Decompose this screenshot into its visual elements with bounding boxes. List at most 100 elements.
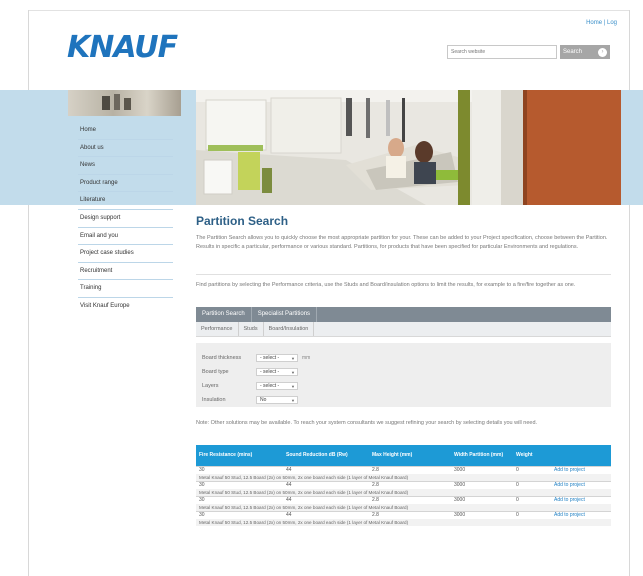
- table-row: 30 44 2.8 3000 0 Add to project: [196, 496, 611, 504]
- select-value: - select -: [260, 368, 280, 375]
- table-cell: 3000: [451, 496, 513, 504]
- column-header-sound-reduction[interactable]: Sound Reduction dB (Rw): [283, 445, 369, 467]
- search-button-label: Search: [563, 49, 583, 55]
- table-cell: 30: [196, 466, 283, 474]
- table-cell: 0: [513, 481, 551, 489]
- tab-partition-search[interactable]: Partition Search: [196, 307, 252, 322]
- column-header-fire-resistance[interactable]: Fire Resistance (mins): [196, 445, 283, 467]
- filter-label: Board type: [202, 368, 229, 375]
- filter-row: Board thickness - select - ▼ mm: [202, 351, 605, 364]
- filter-label: Layers: [202, 382, 219, 389]
- sidebar-item-news[interactable]: News: [78, 157, 173, 175]
- tab-performance[interactable]: Performance: [196, 322, 239, 336]
- add-to-project-link[interactable]: Add to project: [554, 482, 585, 488]
- table-row-description: Metal Knauf 50 Stud, 12.5 Board (2x) on …: [196, 489, 611, 497]
- sidebar-nav: Home About us News Product range Literat…: [78, 122, 173, 316]
- row-description: Metal Knauf 50 Stud, 12.5 Board (2x) on …: [196, 489, 611, 497]
- row-description: Metal Knauf 50 Stud, 12.5 Board (2x) on …: [196, 504, 611, 512]
- chevron-down-icon: ▼: [291, 397, 295, 403]
- table-cell: 44: [283, 496, 369, 504]
- table-cell: 2.8: [369, 466, 451, 474]
- add-to-project-link[interactable]: Add to project: [554, 512, 585, 518]
- search-input[interactable]: [447, 45, 557, 59]
- chevron-down-icon: ▼: [291, 383, 295, 389]
- sidebar-item-literature[interactable]: Literature: [78, 192, 173, 210]
- sidebar-item-design-support[interactable]: Design support: [78, 210, 173, 228]
- sidebar-item-project-case-studies[interactable]: Project case studies: [78, 245, 173, 263]
- filter-row: Layers - select - ▼: [202, 379, 605, 392]
- primary-tabs: Partition Search Specialist Partitions: [196, 307, 611, 322]
- table-cell: 30: [196, 481, 283, 489]
- table-cell: 30: [196, 496, 283, 504]
- chevron-down-icon: ▼: [291, 369, 295, 375]
- table-cell: 44: [283, 481, 369, 489]
- table-cell: 0: [513, 496, 551, 504]
- filter-label: Board thickness: [202, 354, 242, 361]
- knauf-logo[interactable]: KNAUF: [67, 30, 178, 65]
- table-cell: 3000: [451, 481, 513, 489]
- intro-text: The Partition Search allows you to quick…: [196, 235, 608, 250]
- column-header-weight[interactable]: Weight: [513, 445, 551, 467]
- column-header-max-height[interactable]: Max Height (mm): [369, 445, 451, 467]
- filter-unit: mm: [302, 354, 311, 361]
- table-row: 30 44 2.8 3000 0 Add to project: [196, 511, 611, 519]
- hero-thumbnail-image: [68, 90, 181, 116]
- table-cell: 3000: [451, 511, 513, 519]
- table-cell: 30: [196, 511, 283, 519]
- table-cell: 0: [513, 466, 551, 474]
- select-value: - select -: [260, 382, 280, 389]
- table-row: 30 44 2.8 3000 0 Add to project: [196, 481, 611, 489]
- tab-specialist-partitions[interactable]: Specialist Partitions: [252, 307, 318, 322]
- divider: [196, 274, 611, 275]
- logo-text: KNAUF: [67, 30, 178, 65]
- site-search: Search ›: [447, 45, 610, 59]
- tab-board-insulation[interactable]: Board/Insulation: [264, 322, 315, 336]
- sidebar-item-product-range[interactable]: Product range: [78, 175, 173, 193]
- table-cell: 44: [283, 466, 369, 474]
- main-content: Partition Search The Partition Search al…: [196, 214, 611, 526]
- insulation-select[interactable]: No ▼: [256, 395, 298, 404]
- results-note: Note: Other solutions may be available. …: [196, 420, 538, 426]
- layers-select[interactable]: - select - ▼: [256, 381, 298, 390]
- secondary-tabs: Performance Studs Board/Insulation: [196, 322, 611, 337]
- select-value: No: [260, 396, 267, 403]
- sidebar-item-home[interactable]: Home: [78, 122, 173, 140]
- table-header-row: Fire Resistance (mins) Sound Reduction d…: [196, 445, 611, 467]
- filter-label: Insulation: [202, 396, 226, 403]
- tab-studs[interactable]: Studs: [239, 322, 264, 336]
- table-row-description: Metal Knauf 50 Stud, 12.5 Board (2x) on …: [196, 519, 611, 526]
- add-to-project-link[interactable]: Add to project: [554, 467, 585, 473]
- filter-row: Insulation No ▼: [202, 393, 605, 406]
- chevron-down-icon: ▼: [291, 355, 295, 361]
- instructions-text: Find partitions by selecting the Perform…: [196, 282, 576, 288]
- page-frame-top: [28, 10, 630, 11]
- board-type-select[interactable]: - select - ▼: [256, 367, 298, 376]
- column-header-action: [551, 445, 611, 467]
- add-to-project-link[interactable]: Add to project: [554, 497, 585, 503]
- table-cell: 2.8: [369, 496, 451, 504]
- header-home-link[interactable]: Home | Log: [586, 20, 617, 26]
- filter-row: Board type - select - ▼: [202, 365, 605, 378]
- hero-image: [196, 90, 621, 205]
- sidebar-item-email-and-you[interactable]: Email and you: [78, 228, 173, 246]
- table-cell: 2.8: [369, 511, 451, 519]
- table-row: 30 44 2.8 3000 0 Add to project: [196, 466, 611, 474]
- sidebar-item-recruitment[interactable]: Recruitment: [78, 263, 173, 281]
- results-table: Fire Resistance (mins) Sound Reduction d…: [196, 445, 611, 526]
- select-value: - select -: [260, 354, 280, 361]
- column-header-width[interactable]: Width Partition (mm): [451, 445, 513, 467]
- row-description: Metal Knauf 50 Stud, 12.5 Board (2x) on …: [196, 474, 611, 482]
- page-title: Partition Search: [196, 214, 289, 228]
- table-cell: 2.8: [369, 481, 451, 489]
- table-row-description: Metal Knauf 50 Stud, 12.5 Board (2x) on …: [196, 504, 611, 512]
- arrow-right-icon: ›: [598, 47, 607, 57]
- row-description: Metal Knauf 50 Stud, 12.5 Board (2x) on …: [196, 519, 611, 526]
- board-thickness-select[interactable]: - select - ▼: [256, 353, 298, 362]
- sidebar-item-about-us[interactable]: About us: [78, 140, 173, 158]
- sidebar-item-training[interactable]: Training: [78, 280, 173, 298]
- hero-office-illustration: [196, 90, 621, 205]
- table-row-description: Metal Knauf 50 Stud, 12.5 Board (2x) on …: [196, 474, 611, 482]
- table-cell: 3000: [451, 466, 513, 474]
- search-button[interactable]: Search ›: [560, 45, 610, 59]
- sidebar-item-visit-knauf-europe[interactable]: Visit Knauf Europe: [78, 298, 173, 316]
